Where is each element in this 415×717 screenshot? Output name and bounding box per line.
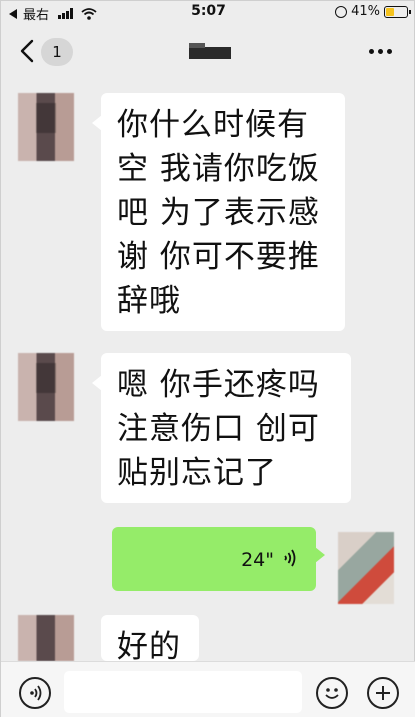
rotation-lock-icon [335, 5, 348, 18]
message-bubble[interactable]: 你什么时候有 空 我请你吃饭 吧 为了表示感 谢 你可不要推 辞哦 [92, 93, 345, 331]
nav-bar: 1 [1, 27, 415, 75]
voice-message-bubble[interactable]: 24" [112, 527, 325, 591]
message-line: 你什么时候有 [117, 107, 309, 143]
message-bubble[interactable]: 嗯 你手还疼吗 注意伤口 创可 贴别忘记了 [92, 353, 351, 503]
battery-fill [386, 7, 395, 16]
chat-screen: 最右 5:07 41% 1 你什么时候有 空 我请你吃饭 吧 为了表示感 谢 你… [0, 0, 415, 717]
battery-icon [384, 5, 411, 18]
voice-duration: 24" [241, 549, 274, 571]
unread-badge[interactable]: 1 [41, 38, 73, 66]
message-line: 好的 [117, 629, 181, 661]
message-line: 吧 为了表示感 [117, 195, 320, 231]
contact-avatar[interactable] [18, 353, 74, 421]
message-bubble[interactable]: 好的 [101, 615, 199, 661]
message-line: 贴别忘记了 [117, 455, 277, 491]
more-dots-icon[interactable] [369, 49, 392, 54]
back-arrow-icon[interactable] [19, 39, 35, 63]
voice-input-icon[interactable] [19, 677, 51, 709]
battery-percent: 41% [351, 4, 380, 19]
message-line: 空 我请你吃饭 [117, 151, 320, 187]
status-right: 41% [335, 4, 411, 19]
message-line: 辞哦 [117, 283, 181, 319]
input-bar [1, 661, 415, 717]
status-bar: 最右 5:07 41% [1, 1, 415, 23]
contact-name-redacted [189, 43, 231, 59]
my-avatar[interactable] [338, 532, 394, 604]
message-input[interactable] [64, 671, 302, 713]
message-line: 嗯 你手还疼吗 [117, 367, 320, 403]
plus-icon[interactable] [367, 677, 399, 709]
emoji-icon[interactable] [316, 677, 348, 709]
contact-avatar[interactable] [18, 93, 74, 161]
voice-wave-icon [284, 549, 296, 567]
message-line: 谢 你可不要推 [117, 239, 320, 275]
contact-avatar[interactable] [18, 615, 74, 661]
message-line: 注意伤口 创可 [117, 411, 320, 447]
